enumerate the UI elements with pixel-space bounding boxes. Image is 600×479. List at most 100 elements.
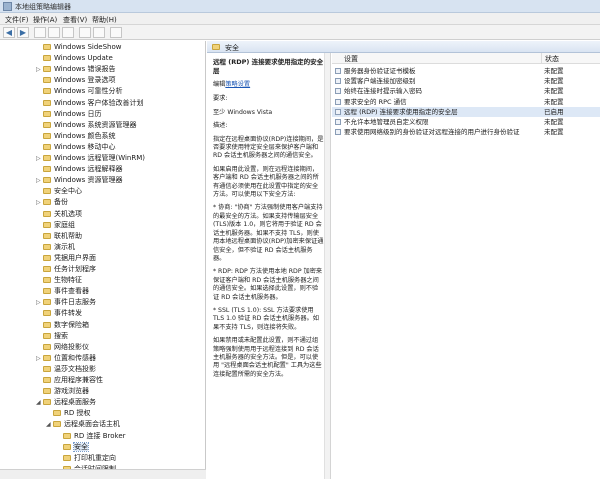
tree-item[interactable]: Windows 系统资源管理器 [36, 120, 136, 131]
expand-arrow-icon[interactable]: ◢ [36, 397, 43, 408]
expand-arrow-icon[interactable]: ◢ [46, 419, 53, 430]
policy-row[interactable]: 不允许本地管理员自定义权限 未配置 [332, 117, 600, 127]
column-state[interactable]: 状态 [545, 54, 559, 64]
show-hide-tree-icon[interactable] [48, 27, 60, 38]
folder-icon [43, 110, 51, 117]
tree-item-label: 温莎文档投影 [54, 364, 96, 373]
tree-item[interactable]: ◢ 远程桌面服务 [36, 397, 96, 408]
tree-item[interactable]: Windows 移动中心 [36, 142, 115, 153]
tree-item[interactable]: 应用程序兼容性 [36, 375, 103, 386]
tree-item[interactable]: Windows 日历 [36, 109, 101, 120]
tree-item[interactable]: ▷ Windows 错误报告 [36, 64, 115, 75]
export-icon[interactable] [62, 27, 74, 38]
tree-item[interactable]: 演示机 [36, 242, 75, 253]
policy-setting-icon [335, 68, 341, 74]
edit-policy-link[interactable]: 策略设置 [225, 81, 250, 88]
tree-item[interactable]: 安全中心 [36, 186, 82, 197]
expand-arrow-icon[interactable]: ▷ [36, 64, 43, 75]
policy-row[interactable]: 服务器身份验证证书模板 未配置 [332, 66, 600, 76]
policy-row[interactable]: 远程 (RDP) 连接要求使用指定的安全层 已启用 [332, 106, 600, 117]
policy-setting-name: 不允许本地管理员自定义权限 [344, 118, 429, 126]
folder-icon [43, 232, 51, 239]
menu-action[interactable]: 操作(A) [33, 15, 57, 25]
navigation-tree[interactable]: Windows SideShow Windows Update ▷ Windows 错… [0, 41, 206, 469]
folder-icon [43, 321, 51, 328]
menu-view[interactable]: 查看(V) [63, 15, 87, 25]
folder-icon [43, 166, 51, 173]
description-label: 描述: [213, 122, 228, 130]
policy-row[interactable]: 要求安全的 RPC 通信 未配置 [332, 97, 600, 107]
tree-item[interactable]: Windows 客户体验改善计划 [36, 98, 143, 109]
tree-item-label: 安全中心 [54, 187, 82, 196]
tree-item[interactable]: 关机选项 [36, 209, 82, 220]
tree-item[interactable]: ▷ 位置和传感器 [36, 353, 96, 364]
tree-item[interactable]: 网络投影仪 [36, 342, 89, 353]
folder-icon [43, 221, 51, 228]
menu-file[interactable]: 文件(F) [5, 15, 29, 25]
policy-state: 未配置 [544, 128, 564, 137]
tree-item[interactable]: ◢ 远程桌面会话主机 [46, 419, 120, 430]
tree-item-label: Windows 登录选项 [54, 76, 116, 85]
folder-icon [43, 243, 51, 250]
tree-item[interactable]: ▷ 事件日志服务 [36, 297, 96, 308]
tree-item[interactable]: 家庭组 [36, 220, 75, 231]
menu-help[interactable]: 帮助(H) [92, 15, 117, 25]
policy-state: 未配置 [544, 77, 564, 86]
expand-arrow-icon[interactable]: ▷ [36, 153, 43, 164]
tree-item[interactable]: 打印机重定向 [56, 453, 116, 464]
tree-item[interactable]: 温莎文档投影 [36, 364, 96, 375]
tree-item[interactable]: 安全 [56, 441, 89, 453]
column-setting[interactable]: 设置 [344, 54, 358, 64]
help-icon[interactable] [79, 27, 91, 38]
policy-setting-icon [335, 88, 341, 95]
tree-item[interactable]: 任务计划程序 [36, 264, 96, 275]
tree-item[interactable]: Windows 登录选项 [36, 75, 115, 86]
list-header: 设置 状态 [332, 53, 600, 64]
tree-item[interactable]: RD 连接 Broker [56, 431, 126, 442]
tree-item[interactable]: 生物特征 [36, 275, 82, 286]
tree-item[interactable]: 搜索 [36, 331, 68, 342]
folder-up-icon[interactable] [34, 27, 46, 38]
tree-item[interactable]: ▷ Windows 远程管理(WinRM) [36, 153, 145, 164]
expand-arrow-icon[interactable]: ▷ [36, 353, 43, 364]
tree-item[interactable]: 事件查看器 [36, 286, 89, 297]
policy-row[interactable]: 要求使用网络级别的身份验证对远程连接的用户进行身份验证 未配置 [332, 127, 600, 137]
description-paragraph: 指定在远程桌面协议(RDP)连接期间，是否要求使用特定安全层来保护客户端和 RD… [213, 135, 324, 160]
description-scrollbar[interactable] [324, 53, 330, 479]
folder-icon [43, 266, 51, 272]
policy-setting-icon [335, 119, 341, 125]
properties-icon[interactable] [93, 27, 105, 38]
folder-icon [53, 421, 61, 428]
policy-row[interactable]: 设置客户端连接加密级别 未配置 [332, 76, 600, 86]
tree-item[interactable]: Windows 可靠性分析 [36, 86, 122, 97]
tree-item[interactable]: 游戏浏览器 [36, 386, 89, 397]
tree-item[interactable]: ▷ 备份 [36, 197, 68, 208]
folder-icon [43, 199, 51, 206]
policy-state: 未配置 [544, 67, 564, 75]
folder-icon [43, 310, 51, 317]
tree-item-label: 网络投影仪 [54, 342, 89, 351]
tree-item[interactable]: 数字保险箱 [36, 320, 89, 331]
tree-item[interactable]: Windows 颜色系统 [36, 131, 115, 142]
policy-row[interactable]: 始终在连接时提示输入密码 未配置 [332, 86, 600, 96]
tree-item[interactable]: Windows SideShow [36, 42, 122, 53]
tree-item[interactable]: ▷ Windows 资源管理器 [36, 175, 122, 186]
folder-icon [43, 55, 51, 62]
tree-item[interactable]: 事件转发 [36, 308, 82, 319]
expand-arrow-icon[interactable]: ▷ [36, 175, 43, 186]
forward-button[interactable]: ▶ [17, 27, 29, 38]
column-separator[interactable] [541, 53, 542, 64]
back-button[interactable]: ◀ [3, 27, 15, 38]
tree-horizontal-scrollbar[interactable] [0, 469, 206, 479]
tree-item-label: 任务计划程序 [54, 265, 96, 273]
tree-item[interactable]: 联机帮助 [36, 231, 82, 242]
expand-arrow-icon[interactable]: ▷ [36, 297, 43, 308]
tree-item[interactable]: Windows 远程解释器 [36, 164, 122, 175]
tree-item[interactable]: Windows Update [36, 53, 113, 64]
expand-arrow-icon[interactable]: ▷ [36, 197, 43, 208]
tree-item[interactable]: RD 授权 [46, 408, 90, 419]
folder-icon [63, 432, 71, 439]
filter-icon[interactable] [110, 27, 122, 38]
tree-item[interactable]: 凭据用户界面 [36, 253, 96, 264]
tree-item-label: Windows 颜色系统 [54, 131, 116, 140]
